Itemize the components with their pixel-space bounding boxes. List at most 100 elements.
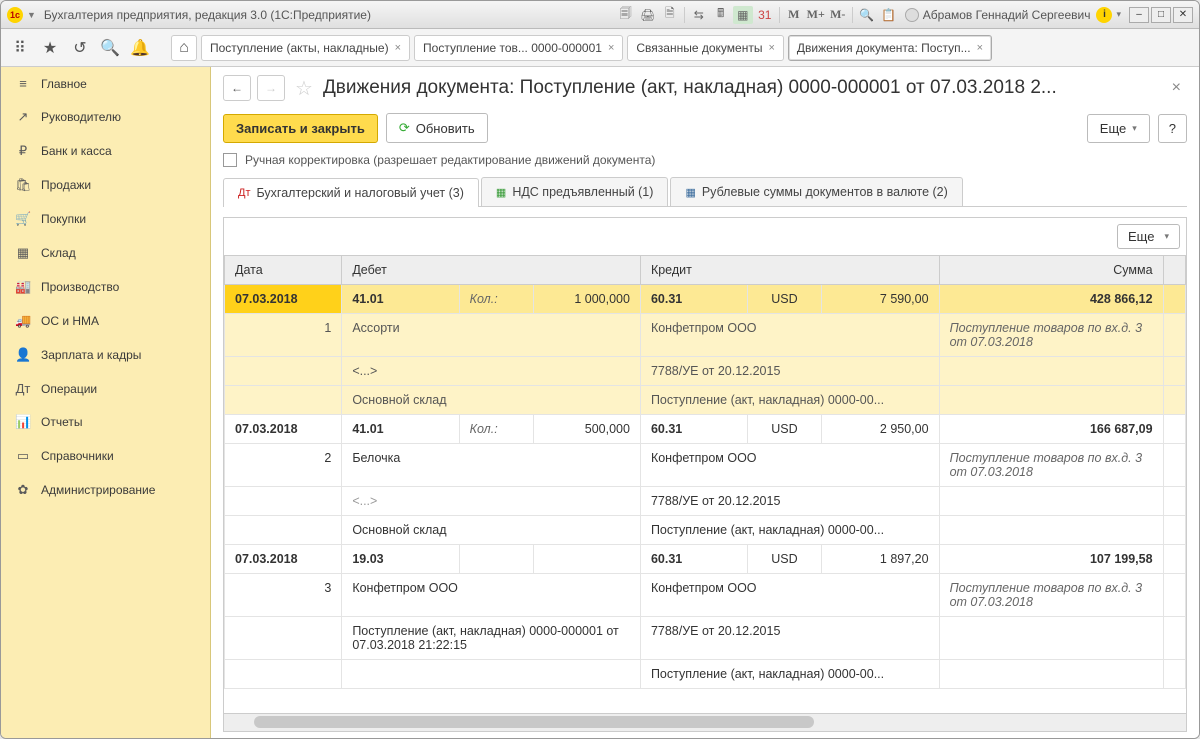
calc-icon[interactable]: 🖩 [711,6,731,24]
document-icon[interactable]: 🗎 [660,6,680,24]
sidebar-item-icon: ▭ [15,448,31,464]
nav-tab[interactable]: Движения документа: Поступ...× [788,35,992,61]
sidebar-item[interactable]: 🛒Покупки [1,202,210,236]
nav-tab[interactable]: Поступление тов... 0000-000001 × [414,35,623,61]
info-icon[interactable]: i [1096,7,1112,23]
table-row[interactable]: 07.03.201841.01Кол.:500,00060.31USD2 950… [225,415,1186,444]
tab-label: Поступление тов... 0000-000001 [423,41,602,55]
col-credit[interactable]: Кредит [640,256,939,285]
col-debit[interactable]: Дебет [342,256,641,285]
page-close-icon[interactable]: × [1166,79,1187,97]
cell-credit-detail: 7788/УЕ от 20.12.2015 [640,357,939,386]
tab-close-icon[interactable]: × [608,42,614,54]
cell-credit-detail: 7788/УЕ от 20.12.2015 [640,487,939,516]
register-tab[interactable]: ▦НДС предъявленный (1) [481,177,669,206]
sidebar-item-label: Продажи [41,178,91,192]
tab-close-icon[interactable]: × [768,42,774,54]
table-subrow[interactable]: Основной складПоступление (акт, накладна… [225,386,1186,415]
tab-label: Бухгалтерский и налоговый учет (3) [257,186,464,200]
cell-credit-detail: Конфетпром ООО [640,444,939,487]
sidebar-item-icon: 👤 [15,347,31,363]
nav-tab[interactable]: Связанные документы× [627,35,784,61]
sidebar-item[interactable]: ₽Банк и касса [1,134,210,168]
maximize-button[interactable]: □ [1151,7,1171,23]
close-button[interactable]: ✕ [1173,7,1193,23]
sidebar-item-icon: 🛍 [15,177,31,193]
zoom-icon[interactable]: 🔍 [857,6,877,24]
calendar-icon[interactable]: ▦ [733,6,753,24]
col-sum[interactable]: Сумма [939,256,1163,285]
sidebar-item[interactable]: ДтОперации [1,372,210,405]
table-row[interactable]: 07.03.201841.01Кол.:1 000,00060.31USD7 5… [225,285,1186,314]
search-tool-icon[interactable]: 🔍 [97,35,123,61]
table-subrow[interactable]: 1АссортиКонфетпром ОООПоступление товаро… [225,314,1186,357]
table-subrow[interactable]: <...>7788/УЕ от 20.12.2015 [225,357,1186,386]
table-subrow[interactable]: Основной складПоступление (акт, накладна… [225,516,1186,545]
cell-debit-detail: <...> [342,487,641,516]
cell-debit-detail: Поступление (акт, накладная) 0000-000001… [342,617,641,660]
sidebar-item[interactable]: 🛍 Продажи [1,168,210,202]
bookmark-star-icon[interactable]: ☆ [295,76,313,101]
history-icon[interactable]: ↺ [67,35,93,61]
more-button[interactable]: Еще▾ [1087,114,1150,143]
manual-edit-checkbox[interactable] [223,153,237,167]
sidebar-item-label: ОС и НМА [41,314,99,328]
cell-debit-detail: <...> [342,357,641,386]
sidebar-item-icon: Дт [15,381,31,396]
tab-close-icon[interactable]: × [977,42,983,54]
sidebar-item[interactable]: ▦Склад [1,236,210,270]
notifications-icon[interactable]: 🔔 [127,35,153,61]
help-button[interactable]: ? [1158,114,1187,143]
table-row[interactable]: 07.03.201819.0360.31USD1 897,20107 199,5… [225,545,1186,574]
home-icon[interactable]: ⌂ [171,35,197,61]
table-subrow[interactable]: 2БелочкаКонфетпром ОООПоступление товаро… [225,444,1186,487]
sidebar-item[interactable]: 🏭Производство [1,270,210,304]
sidebar-item[interactable]: ✿Администрирование [1,473,210,507]
info-dropdown-icon[interactable]: ▾ [1116,9,1121,20]
sidebar-item[interactable]: 📊Отчеты [1,405,210,439]
sidebar-item[interactable]: 👤Зарплата и кадры [1,338,210,372]
tab-close-icon[interactable]: × [395,42,401,54]
print-icon[interactable]: 🖨 [638,6,658,24]
table-more-button[interactable]: Еще▾ [1117,224,1180,249]
table-subrow[interactable]: Поступление (акт, накладная) 0000-000001… [225,617,1186,660]
app-menu-dropdown-icon[interactable]: ▼ [27,10,36,20]
nav-tab[interactable]: Поступление (акты, накладные)× [201,35,410,61]
col-date[interactable]: Дата [225,256,342,285]
favorite-icon[interactable]: ★ [37,35,63,61]
memory-m-button[interactable]: M [784,6,804,24]
cell-debit-detail: Белочка [342,444,641,487]
apps-icon[interactable]: ⠿ [7,35,33,61]
register-tab[interactable]: ▦Рублевые суммы документов в валюте (2) [670,177,962,206]
sidebar-item[interactable]: ≡Главное [1,67,210,100]
compare-icon[interactable]: ⇆ [689,6,709,24]
cell-credit-detail: Поступление (акт, накладная) 0000-00... [640,516,939,545]
sidebar-item[interactable]: ↗Руководителю [1,100,210,134]
cell-debit-detail: Ассорти [342,314,641,357]
table-subrow[interactable]: Поступление (акт, накладная) 0000-00... [225,660,1186,689]
cell-qty [534,545,641,574]
user-indicator[interactable]: Абрамов Геннадий Сергеевич [905,8,1091,22]
manual-edit-label: Ручная корректировка (разрешает редактир… [245,153,655,167]
date-icon[interactable]: 31 [755,6,775,24]
sidebar-item[interactable]: 🚚ОС и НМА [1,304,210,338]
table-subrow[interactable]: 3Конфетпром ОООКонфетпром ОООПоступление… [225,574,1186,617]
cell-sum-detail [939,617,1163,660]
memory-mminus-button[interactable]: M- [828,6,848,24]
save-and-close-button[interactable]: Записать и закрыть [223,114,378,143]
horizontal-scrollbar[interactable] [224,713,1186,731]
print-preview-icon[interactable]: 🗐 [616,6,636,24]
memory-mplus-button[interactable]: M+ [806,6,826,24]
nav-forward-button[interactable]: → [257,75,285,101]
cell-sum-detail: Поступление товаров по вх.д. 3 от 07.03.… [939,574,1163,617]
cell-credit-amount: 1 897,20 [822,545,939,574]
clipboard-icon[interactable]: 📋 [879,6,899,24]
sidebar-item[interactable]: ▭Справочники [1,439,210,473]
minimize-button[interactable]: – [1129,7,1149,23]
cell-sum-detail [939,386,1163,415]
table-subrow[interactable]: <...>7788/УЕ от 20.12.2015 [225,487,1186,516]
refresh-button[interactable]: ⟳Обновить [386,113,488,143]
register-tab[interactable]: ДтБухгалтерский и налоговый учет (3) [223,178,479,207]
accounting-grid[interactable]: Дата Дебет Кредит Сумма 07.03.201841.01К… [224,255,1186,713]
nav-back-button[interactable]: ← [223,75,251,101]
